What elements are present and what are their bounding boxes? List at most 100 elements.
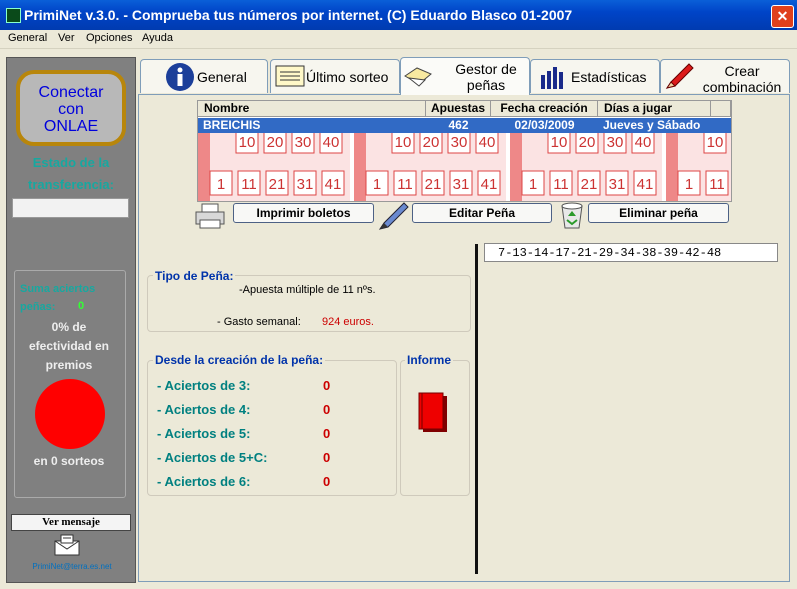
- ticket-number: 10: [395, 134, 412, 151]
- ticket-pattern: 10 20 30 401 11 21 31 4110 20 30 401 11 21 31 4110 20 30…: [198, 133, 731, 201]
- row-fecha: 02/03/2009: [514, 118, 575, 132]
- tab-estadisticas[interactable]: Estadísticas: [530, 59, 660, 93]
- aciertos-5-value: 0: [323, 426, 331, 441]
- col-header-nombre[interactable]: Nombre: [198, 101, 426, 117]
- menu-ayuda[interactable]: Ayuda: [142, 32, 173, 44]
- ticket-number: 21: [269, 176, 286, 193]
- suma-line-2: peñas:: [20, 301, 56, 313]
- folder-icon: [404, 67, 432, 87]
- tipo-pena-title: Tipo de Peña:: [153, 269, 236, 283]
- ticket-number: 11: [709, 176, 725, 193]
- transfer-status-field: [12, 198, 129, 218]
- aciertos-3-label: - Aciertos de 3:: [157, 378, 251, 393]
- gasto-semanal-value: 924 euros.: [322, 316, 374, 328]
- ticket-number: 31: [297, 176, 314, 193]
- efect-line-3: premios: [45, 358, 93, 372]
- row-nombre: BREICHIS: [203, 118, 261, 132]
- menu-bar: General Ver Opciones Ayuda: [0, 30, 797, 49]
- close-button[interactable]: ✕: [771, 5, 794, 28]
- ticket-number: 40: [323, 134, 340, 151]
- ticket-number: 11: [397, 176, 413, 193]
- menu-opciones[interactable]: Opciones: [86, 32, 132, 44]
- ticket-number: 41: [481, 176, 498, 193]
- tab-general[interactable]: General: [140, 59, 268, 93]
- ticket-number: 31: [453, 176, 470, 193]
- ticket-number: 40: [479, 134, 496, 151]
- pencil-icon: [665, 63, 694, 89]
- eliminar-pena-button[interactable]: Eliminar peña: [588, 203, 729, 223]
- connect-line-1: Conectar: [38, 84, 104, 101]
- ticket-number: 21: [425, 176, 442, 193]
- vertical-separator: [475, 244, 478, 574]
- ticket-number: 31: [609, 176, 626, 193]
- ticket-number: 10: [551, 134, 568, 151]
- estado-line-2: transferencia:: [28, 177, 114, 192]
- tipo-pena-apuesta: -Apuesta múltiple de 11 nºs.: [239, 284, 376, 296]
- suma-aciertos-value: 0: [78, 300, 85, 312]
- informe-title: Informe: [405, 353, 454, 367]
- tab-crear-combinacion[interactable]: Crear combinación: [660, 59, 790, 95]
- desde-title: Desde la creación de la peña:: [153, 353, 326, 367]
- menu-general[interactable]: General: [8, 32, 47, 44]
- gasto-semanal-label: - Gasto semanal:: [217, 316, 301, 328]
- suma-line-1: Suma aciertos: [20, 283, 96, 295]
- ticket-number: 20: [579, 134, 596, 151]
- ticket-icon: [275, 65, 305, 87]
- tab-gestor-penas-label: Gestor de peñas: [455, 61, 517, 93]
- report-book-icon[interactable]: [418, 392, 448, 434]
- row-dias: Jueves y Sábado: [603, 118, 701, 132]
- window-title: PrimiNet v.3.0. - Comprueba tus números …: [24, 7, 573, 23]
- mail-icon[interactable]: [52, 533, 82, 559]
- aciertos-4-value: 0: [323, 402, 331, 417]
- aciertos-6-value: 0: [323, 474, 331, 489]
- ticket-number: 20: [423, 134, 440, 151]
- tab-crear-combinacion-label: Crear combinación: [702, 63, 782, 95]
- estado-line-1: Estado de la: [32, 155, 110, 170]
- imprimir-boletos-button[interactable]: Imprimir boletos: [233, 203, 374, 223]
- ticket-number: 41: [637, 176, 654, 193]
- pen-icon: [378, 202, 409, 230]
- aciertos-4-label: - Aciertos de 4:: [157, 402, 251, 417]
- combination-result-text: 7-13-14-17-21-29-34-38-39-42-48: [498, 246, 722, 260]
- tab-general-label: General: [197, 69, 247, 85]
- aciertos-3-value: 0: [323, 378, 331, 393]
- ticket-number: 30: [607, 134, 624, 151]
- efectividad-text: 0% de efectividad en premios: [16, 318, 122, 375]
- ticket-number: 1: [373, 176, 381, 193]
- ticket-number: 10: [707, 134, 724, 151]
- col-header-dias[interactable]: Días a jugar: [598, 101, 711, 117]
- ticket-number: 30: [295, 134, 312, 151]
- ticket-number: 1: [217, 176, 225, 193]
- tab-ultimo-sorteo[interactable]: Último sorteo: [270, 59, 400, 93]
- ticket-number: 11: [553, 176, 569, 193]
- connect-line-2: con: [58, 101, 84, 118]
- col-header-filler: [711, 101, 731, 117]
- row-apuestas: 462: [448, 118, 469, 132]
- status-circle: [35, 379, 105, 449]
- tab-estadisticas-label: Estadísticas: [571, 69, 647, 85]
- app-icon: [6, 8, 21, 23]
- sorteos-text: en 0 sorteos: [33, 454, 105, 468]
- printer-icon: [195, 203, 225, 229]
- editar-pena-button[interactable]: Editar Peña: [412, 203, 552, 223]
- tab-gestor-penas[interactable]: Gestor de peñas: [400, 57, 530, 95]
- ticket-number: 10: [239, 134, 256, 151]
- aciertos-5c-value: 0: [323, 450, 331, 465]
- penas-table[interactable]: Nombre Apuestas Fecha creación Días a ju…: [197, 100, 732, 202]
- connect-onlae-button[interactable]: Conectar con ONLAE: [16, 70, 126, 146]
- ver-mensaje-button[interactable]: Ver mensaje: [11, 514, 131, 531]
- aciertos-6-label: - Aciertos de 6:: [157, 474, 251, 489]
- info-icon: [166, 63, 194, 91]
- efect-line-2: efectividad en: [28, 339, 110, 353]
- ticket-number: 30: [451, 134, 468, 151]
- col-header-fecha[interactable]: Fecha creación: [491, 101, 598, 117]
- tab-ultimo-sorteo-label: Último sorteo: [306, 69, 389, 85]
- suma-aciertos-label: Suma aciertos peñas:: [20, 280, 120, 316]
- efect-line-1: 0% de: [51, 320, 87, 334]
- ticket-number: 40: [635, 134, 652, 151]
- connect-line-3: ONLAE: [43, 118, 99, 135]
- email-link[interactable]: PrimiNet@terra.es.net: [12, 562, 132, 571]
- ticket-number: 11: [241, 176, 257, 193]
- col-header-apuestas[interactable]: Apuestas: [426, 101, 491, 117]
- menu-ver[interactable]: Ver: [58, 32, 75, 44]
